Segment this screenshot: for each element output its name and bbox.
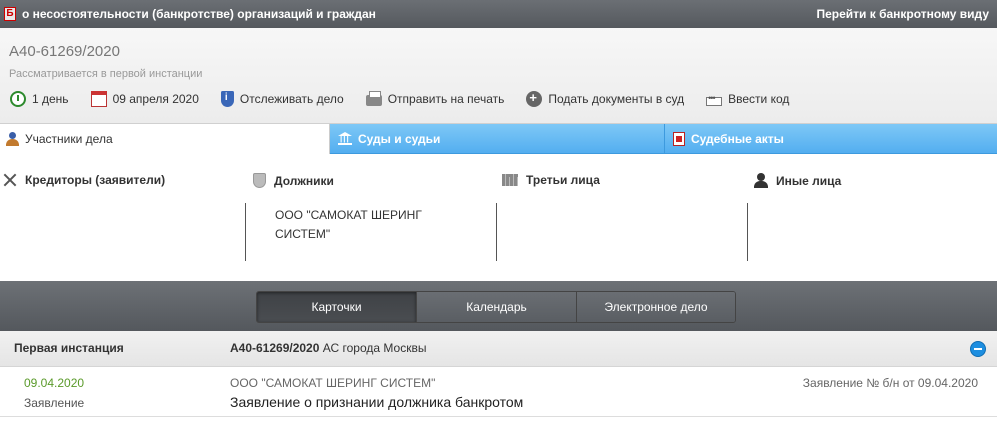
track-case-button[interactable]: Отслеживать дело — [220, 91, 344, 107]
column-divider — [747, 203, 748, 261]
document-date: 09.04.2020 — [24, 376, 85, 390]
calendar-icon — [90, 91, 107, 107]
start-date-indicator: 09 апреля 2020 — [90, 91, 199, 107]
debtors-label: Должники — [274, 173, 334, 188]
duration-indicator: 1 день — [10, 91, 69, 107]
view-electronic-case-button[interactable]: Электронное дело — [577, 292, 735, 322]
submit-documents-label: Подать документы в суд — [548, 92, 685, 106]
track-case-label: Отслеживать дело — [239, 92, 344, 106]
view-switcher-bar: Карточки Календарь Электронное дело — [0, 281, 997, 331]
password-field-icon — [706, 93, 723, 106]
document-type: Заявление — [24, 396, 85, 410]
creditors-label: Кредиторы (заявители) — [25, 173, 166, 187]
third-parties-label: Третьи лица — [526, 173, 600, 187]
column-divider — [496, 203, 497, 261]
other-parties-label: Иные лица — [776, 173, 842, 188]
tab-participants-label: Участники дела — [25, 132, 113, 146]
instance-header[interactable]: Первая инстанция А40-61269/2020 АС город… — [0, 331, 997, 367]
duration-label: 1 день — [32, 92, 69, 106]
creditors-heading: Кредиторы (заявители) — [3, 173, 165, 187]
document-title-link[interactable]: Заявление о признании должника банкротом — [230, 394, 523, 410]
printer-icon — [365, 91, 382, 106]
instance-court: АС города Москвы — [322, 341, 427, 355]
case-status: Рассматривается в первой инстанции — [9, 68, 203, 80]
print-button[interactable]: Отправить на печать — [365, 91, 505, 106]
top-bar: Б о несостоятельности (банкротстве) орга… — [0, 0, 997, 28]
tab-court-acts[interactable]: Судебные акты — [665, 124, 997, 154]
plus-circle-icon — [526, 90, 543, 107]
document-reference: Заявление № б/н от 09.04.2020 — [802, 376, 978, 390]
case-tabs: Участники дела Суды и судьи Судебные акт… — [0, 124, 997, 154]
document-row: 09.04.2020 Заявление ООО "САМОКАТ ШЕРИНГ… — [0, 367, 997, 417]
document-organization: ООО "САМОКАТ ШЕРИНГ СИСТЕМ" — [230, 376, 436, 390]
participants-panel: Кредиторы (заявители) Должники Третьи ли… — [0, 154, 997, 281]
collapse-minus-icon[interactable] — [970, 341, 986, 357]
courthouse-icon — [338, 132, 352, 145]
third-parties-heading: Третьи лица — [502, 173, 600, 187]
instance-case-number: А40-61269/2020 — [230, 341, 320, 355]
shield-icon — [253, 173, 266, 188]
bankruptcy-badge-icon: Б — [4, 7, 16, 21]
column-divider — [245, 203, 246, 261]
debtor-name-link[interactable]: ООО "САМОКАТ ШЕРИНГ СИСТЕМ" — [275, 206, 475, 244]
tab-participants[interactable]: Участники дела — [0, 124, 330, 154]
view-calendar-button[interactable]: Календарь — [417, 292, 577, 322]
case-actions: 1 день 09 апреля 2020 Отслеживать дело О… — [10, 90, 811, 107]
shield-info-icon — [220, 91, 234, 107]
wall-icon — [502, 174, 518, 186]
tab-courts[interactable]: Суды и судьи — [330, 124, 665, 154]
enter-code-button[interactable]: Ввести код — [706, 92, 789, 106]
participant-icon — [6, 132, 19, 146]
enter-code-label: Ввести код — [728, 92, 790, 106]
case-header: А40-61269/2020 Рассматривается в первой … — [0, 28, 997, 124]
user-icon — [754, 173, 768, 188]
view-cards-button[interactable]: Карточки — [257, 292, 417, 322]
top-bar-left: Б о несостоятельности (банкротстве) орга… — [4, 7, 376, 21]
case-number: А40-61269/2020 — [9, 43, 120, 60]
instance-case-info: А40-61269/2020 АС города Москвы — [230, 341, 426, 355]
instance-title: Первая инстанция — [14, 341, 124, 355]
view-switcher: Карточки Календарь Электронное дело — [256, 291, 736, 323]
start-date-label: 09 апреля 2020 — [112, 92, 199, 106]
switch-to-bankruptcy-view-link[interactable]: Перейти к банкротному виду — [816, 7, 989, 21]
clock-icon — [10, 91, 26, 107]
tab-court-acts-label: Судебные акты — [691, 131, 784, 146]
case-category-title: о несостоятельности (банкротстве) органи… — [22, 7, 376, 21]
crossed-swords-icon — [3, 173, 17, 187]
print-label: Отправить на печать — [387, 92, 505, 106]
pdf-document-icon — [673, 131, 685, 146]
submit-documents-button[interactable]: Подать документы в суд — [526, 90, 685, 107]
debtors-heading: Должники — [253, 173, 334, 188]
tab-courts-label: Суды и судьи — [358, 131, 441, 146]
other-parties-heading: Иные лица — [754, 173, 841, 188]
